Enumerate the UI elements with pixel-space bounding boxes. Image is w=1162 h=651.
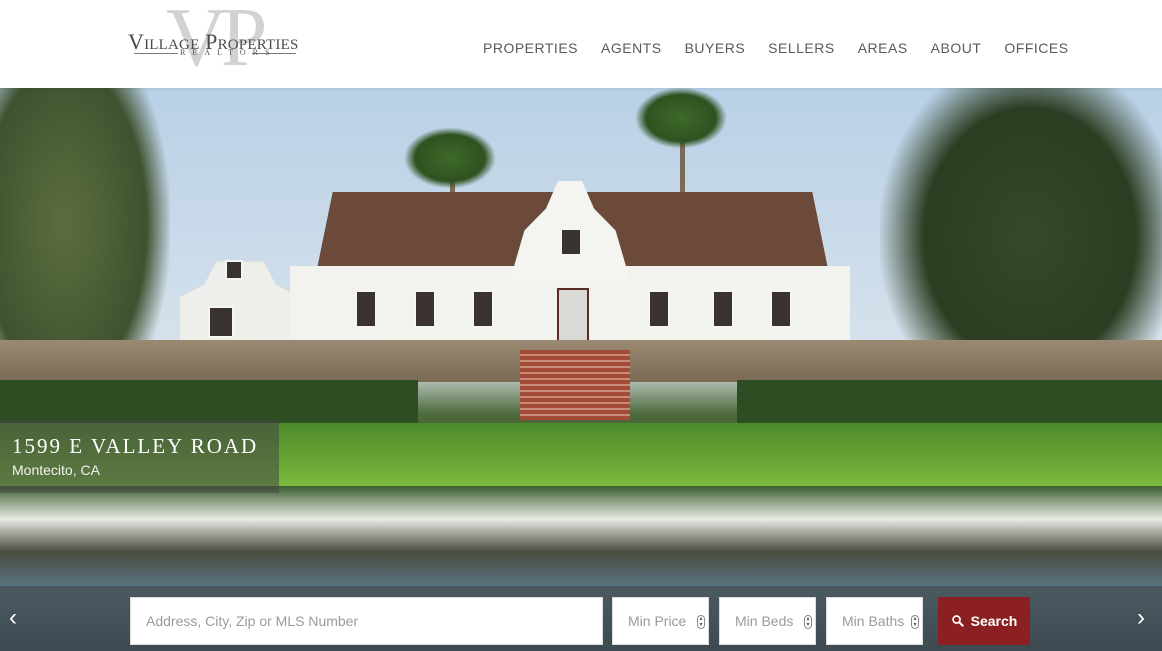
hero-image-window — [770, 290, 792, 328]
min-baths-input[interactable]: Min Baths ▴ ▾ — [826, 597, 923, 645]
chevron-right-icon[interactable]: › — [1137, 606, 1145, 630]
hero-image-window — [712, 290, 734, 328]
hero-image-window — [648, 290, 670, 328]
search-button[interactable]: Search — [938, 597, 1030, 645]
search-address-input[interactable]: Address, City, Zip or MLS Number — [130, 597, 603, 645]
min-baths-placeholder: Min Baths — [842, 613, 905, 629]
property-address: 1599 E VALLEY ROAD — [12, 434, 259, 458]
nav-offices[interactable]: OFFICES — [1004, 40, 1068, 56]
nav-about[interactable]: ABOUT — [931, 40, 982, 56]
nav-sellers[interactable]: SELLERS — [768, 40, 835, 56]
min-price-placeholder: Min Price — [628, 613, 687, 629]
hero-image-window — [472, 290, 494, 328]
nav-areas[interactable]: AREAS — [858, 40, 908, 56]
hero-image-window — [208, 306, 234, 338]
nav-buyers[interactable]: BUYERS — [685, 40, 746, 56]
min-beds-stepper-icon[interactable]: ▴ ▾ — [804, 615, 812, 629]
site-header: VP Village Properties REALTORS PROPERTIE… — [0, 0, 1162, 88]
logo-rule-left — [134, 53, 178, 54]
search-icon — [951, 615, 964, 627]
hero-image-window — [355, 290, 377, 328]
hero-image-window — [560, 228, 582, 256]
hero-slideshow: 1599 E VALLEY ROAD Montecito, CA ‹ Addre… — [0, 88, 1162, 651]
property-caption[interactable]: 1599 E VALLEY ROAD Montecito, CA — [0, 420, 279, 493]
min-beds-placeholder: Min Beds — [735, 613, 794, 629]
nav-properties[interactable]: PROPERTIES — [483, 40, 578, 56]
hero-image-palm — [405, 128, 495, 188]
hero-image-palm — [636, 88, 726, 148]
nav-agents[interactable]: AGENTS — [601, 40, 662, 56]
min-baths-stepper-icon[interactable]: ▴ ▾ — [911, 615, 919, 629]
search-button-label: Search — [970, 613, 1018, 629]
property-city: Montecito, CA — [12, 462, 100, 478]
logo-tagline: REALTORS — [180, 48, 277, 57]
min-price-stepper-icon[interactable]: ▴ ▾ — [697, 615, 705, 629]
min-beds-input[interactable]: Min Beds ▴ ▾ — [719, 597, 816, 645]
logo[interactable]: VP Village Properties REALTORS — [128, 0, 300, 84]
hero-image-window — [414, 290, 436, 328]
hero-image-steps — [520, 350, 630, 420]
min-price-input[interactable]: Min Price ▴ ▾ — [612, 597, 709, 645]
hero-image-window — [225, 260, 243, 280]
chevron-left-icon[interactable]: ‹ — [9, 606, 17, 630]
main-nav: PROPERTIES AGENTS BUYERS SELLERS AREAS A… — [483, 40, 1092, 56]
search-bar: ‹ Address, City, Zip or MLS Number Min P… — [0, 586, 1162, 651]
